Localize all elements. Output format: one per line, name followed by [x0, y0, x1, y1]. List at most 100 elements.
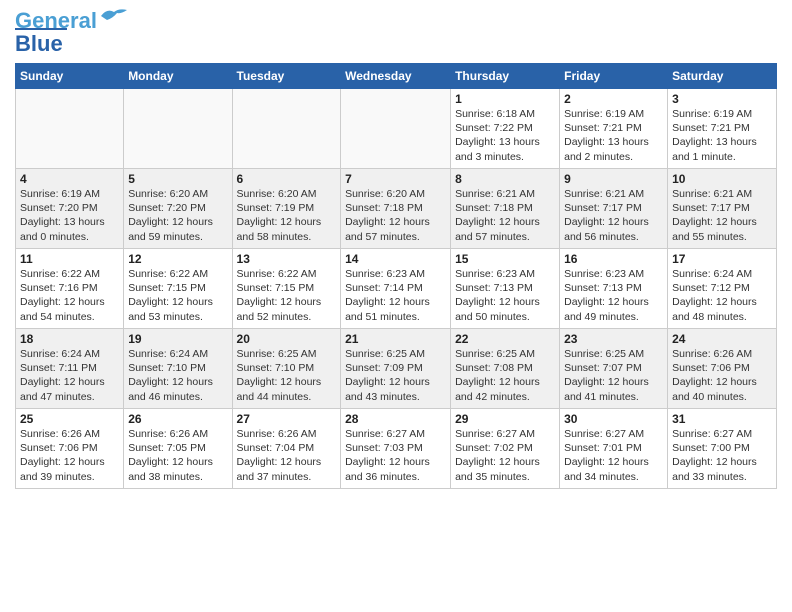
calendar-cell: 3Sunrise: 6:19 AMSunset: 7:21 PMDaylight… — [668, 89, 777, 169]
day-number: 24 — [672, 332, 772, 346]
day-number: 8 — [455, 172, 555, 186]
calendar-cell: 12Sunrise: 6:22 AMSunset: 7:15 PMDayligh… — [124, 249, 232, 329]
day-number: 16 — [564, 252, 663, 266]
day-number: 1 — [455, 92, 555, 106]
calendar-cell — [124, 89, 232, 169]
day-number: 10 — [672, 172, 772, 186]
calendar-table: SundayMondayTuesdayWednesdayThursdayFrid… — [15, 63, 777, 489]
calendar-cell: 19Sunrise: 6:24 AMSunset: 7:10 PMDayligh… — [124, 329, 232, 409]
day-number: 13 — [237, 252, 337, 266]
calendar-cell: 20Sunrise: 6:25 AMSunset: 7:10 PMDayligh… — [232, 329, 341, 409]
calendar-cell: 7Sunrise: 6:20 AMSunset: 7:18 PMDaylight… — [341, 169, 451, 249]
day-info: Sunrise: 6:20 AMSunset: 7:19 PMDaylight:… — [237, 187, 337, 244]
day-number: 14 — [345, 252, 446, 266]
day-number: 7 — [345, 172, 446, 186]
day-number: 29 — [455, 412, 555, 426]
day-info: Sunrise: 6:25 AMSunset: 7:07 PMDaylight:… — [564, 347, 663, 404]
day-info: Sunrise: 6:25 AMSunset: 7:09 PMDaylight:… — [345, 347, 446, 404]
day-info: Sunrise: 6:20 AMSunset: 7:18 PMDaylight:… — [345, 187, 446, 244]
day-number: 4 — [20, 172, 119, 186]
day-number: 21 — [345, 332, 446, 346]
calendar-cell: 14Sunrise: 6:23 AMSunset: 7:14 PMDayligh… — [341, 249, 451, 329]
calendar-cell: 1Sunrise: 6:18 AMSunset: 7:22 PMDaylight… — [451, 89, 560, 169]
calendar-week-1: 1Sunrise: 6:18 AMSunset: 7:22 PMDaylight… — [16, 89, 777, 169]
calendar-cell: 23Sunrise: 6:25 AMSunset: 7:07 PMDayligh… — [560, 329, 668, 409]
calendar-cell: 4Sunrise: 6:19 AMSunset: 7:20 PMDaylight… — [16, 169, 124, 249]
calendar-cell: 15Sunrise: 6:23 AMSunset: 7:13 PMDayligh… — [451, 249, 560, 329]
day-info: Sunrise: 6:27 AMSunset: 7:00 PMDaylight:… — [672, 427, 772, 484]
day-number: 9 — [564, 172, 663, 186]
day-info: Sunrise: 6:25 AMSunset: 7:08 PMDaylight:… — [455, 347, 555, 404]
day-info: Sunrise: 6:22 AMSunset: 7:16 PMDaylight:… — [20, 267, 119, 324]
weekday-header-monday: Monday — [124, 64, 232, 89]
day-info: Sunrise: 6:22 AMSunset: 7:15 PMDaylight:… — [128, 267, 227, 324]
calendar-header-row: SundayMondayTuesdayWednesdayThursdayFrid… — [16, 64, 777, 89]
day-info: Sunrise: 6:19 AMSunset: 7:21 PMDaylight:… — [672, 107, 772, 164]
calendar-cell: 29Sunrise: 6:27 AMSunset: 7:02 PMDayligh… — [451, 409, 560, 489]
calendar-cell: 24Sunrise: 6:26 AMSunset: 7:06 PMDayligh… — [668, 329, 777, 409]
calendar-cell: 21Sunrise: 6:25 AMSunset: 7:09 PMDayligh… — [341, 329, 451, 409]
day-info: Sunrise: 6:27 AMSunset: 7:03 PMDaylight:… — [345, 427, 446, 484]
calendar-week-4: 18Sunrise: 6:24 AMSunset: 7:11 PMDayligh… — [16, 329, 777, 409]
day-info: Sunrise: 6:19 AMSunset: 7:20 PMDaylight:… — [20, 187, 119, 244]
calendar-cell: 9Sunrise: 6:21 AMSunset: 7:17 PMDaylight… — [560, 169, 668, 249]
day-info: Sunrise: 6:26 AMSunset: 7:05 PMDaylight:… — [128, 427, 227, 484]
day-info: Sunrise: 6:21 AMSunset: 7:17 PMDaylight:… — [672, 187, 772, 244]
logo-blue-text: Blue — [15, 28, 67, 57]
calendar-cell — [232, 89, 341, 169]
day-info: Sunrise: 6:21 AMSunset: 7:18 PMDaylight:… — [455, 187, 555, 244]
weekday-header-tuesday: Tuesday — [232, 64, 341, 89]
day-info: Sunrise: 6:23 AMSunset: 7:13 PMDaylight:… — [564, 267, 663, 324]
calendar-cell: 2Sunrise: 6:19 AMSunset: 7:21 PMDaylight… — [560, 89, 668, 169]
weekday-header-friday: Friday — [560, 64, 668, 89]
calendar-cell — [341, 89, 451, 169]
day-number: 12 — [128, 252, 227, 266]
day-info: Sunrise: 6:23 AMSunset: 7:14 PMDaylight:… — [345, 267, 446, 324]
day-info: Sunrise: 6:24 AMSunset: 7:12 PMDaylight:… — [672, 267, 772, 324]
day-number: 17 — [672, 252, 772, 266]
calendar-cell: 6Sunrise: 6:20 AMSunset: 7:19 PMDaylight… — [232, 169, 341, 249]
day-number: 25 — [20, 412, 119, 426]
day-info: Sunrise: 6:27 AMSunset: 7:01 PMDaylight:… — [564, 427, 663, 484]
weekday-header-thursday: Thursday — [451, 64, 560, 89]
day-number: 23 — [564, 332, 663, 346]
calendar-cell: 10Sunrise: 6:21 AMSunset: 7:17 PMDayligh… — [668, 169, 777, 249]
day-number: 22 — [455, 332, 555, 346]
page-header: General Blue — [15, 10, 777, 57]
day-info: Sunrise: 6:18 AMSunset: 7:22 PMDaylight:… — [455, 107, 555, 164]
calendar-cell: 22Sunrise: 6:25 AMSunset: 7:08 PMDayligh… — [451, 329, 560, 409]
calendar-cell: 18Sunrise: 6:24 AMSunset: 7:11 PMDayligh… — [16, 329, 124, 409]
calendar-cell: 16Sunrise: 6:23 AMSunset: 7:13 PMDayligh… — [560, 249, 668, 329]
day-number: 27 — [237, 412, 337, 426]
day-number: 30 — [564, 412, 663, 426]
day-info: Sunrise: 6:20 AMSunset: 7:20 PMDaylight:… — [128, 187, 227, 244]
day-info: Sunrise: 6:25 AMSunset: 7:10 PMDaylight:… — [237, 347, 337, 404]
calendar-cell: 27Sunrise: 6:26 AMSunset: 7:04 PMDayligh… — [232, 409, 341, 489]
day-number: 15 — [455, 252, 555, 266]
day-number: 20 — [237, 332, 337, 346]
day-info: Sunrise: 6:26 AMSunset: 7:04 PMDaylight:… — [237, 427, 337, 484]
calendar-cell: 30Sunrise: 6:27 AMSunset: 7:01 PMDayligh… — [560, 409, 668, 489]
calendar-cell: 13Sunrise: 6:22 AMSunset: 7:15 PMDayligh… — [232, 249, 341, 329]
day-number: 2 — [564, 92, 663, 106]
calendar-cell: 5Sunrise: 6:20 AMSunset: 7:20 PMDaylight… — [124, 169, 232, 249]
calendar-cell: 8Sunrise: 6:21 AMSunset: 7:18 PMDaylight… — [451, 169, 560, 249]
day-info: Sunrise: 6:23 AMSunset: 7:13 PMDaylight:… — [455, 267, 555, 324]
day-number: 18 — [20, 332, 119, 346]
day-info: Sunrise: 6:27 AMSunset: 7:02 PMDaylight:… — [455, 427, 555, 484]
day-number: 31 — [672, 412, 772, 426]
calendar-cell — [16, 89, 124, 169]
calendar-cell: 25Sunrise: 6:26 AMSunset: 7:06 PMDayligh… — [16, 409, 124, 489]
day-info: Sunrise: 6:19 AMSunset: 7:21 PMDaylight:… — [564, 107, 663, 164]
weekday-header-wednesday: Wednesday — [341, 64, 451, 89]
day-number: 11 — [20, 252, 119, 266]
day-info: Sunrise: 6:24 AMSunset: 7:11 PMDaylight:… — [20, 347, 119, 404]
day-info: Sunrise: 6:22 AMSunset: 7:15 PMDaylight:… — [237, 267, 337, 324]
day-info: Sunrise: 6:21 AMSunset: 7:17 PMDaylight:… — [564, 187, 663, 244]
calendar-week-2: 4Sunrise: 6:19 AMSunset: 7:20 PMDaylight… — [16, 169, 777, 249]
logo: General Blue — [15, 10, 129, 57]
day-number: 5 — [128, 172, 227, 186]
day-number: 6 — [237, 172, 337, 186]
calendar-cell: 26Sunrise: 6:26 AMSunset: 7:05 PMDayligh… — [124, 409, 232, 489]
weekday-header-saturday: Saturday — [668, 64, 777, 89]
